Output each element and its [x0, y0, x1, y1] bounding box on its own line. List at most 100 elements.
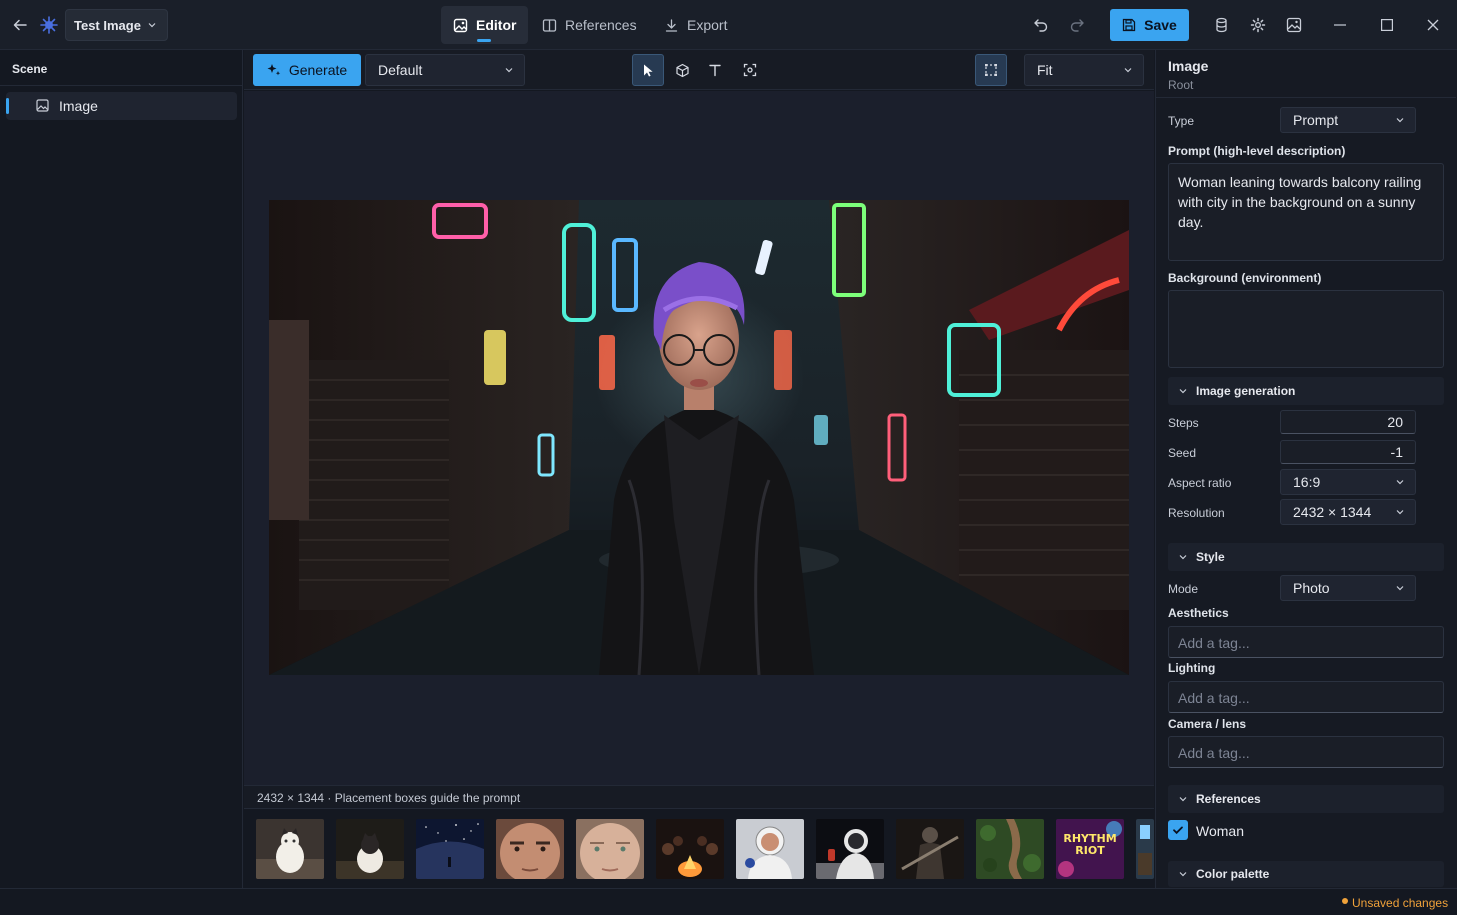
- scene-item-image[interactable]: Image: [6, 92, 237, 120]
- pointer-icon: [641, 63, 655, 77]
- back-arrow-icon[interactable]: [12, 17, 28, 33]
- canvas-status: 2432 × 1344 · Placement boxes guide the …: [244, 785, 1154, 809]
- thumbnail-strip: RHYTHM RIOT: [244, 809, 1154, 888]
- thumbnail[interactable]: [656, 819, 724, 879]
- undo-icon[interactable]: [1033, 17, 1049, 33]
- frame-select-icon: [984, 63, 998, 77]
- minimize-icon[interactable]: [1334, 24, 1346, 26]
- zoom-value: Fit: [1037, 62, 1053, 78]
- seed-label: Seed: [1168, 446, 1197, 460]
- chevron-down-icon: [1395, 115, 1405, 125]
- gear-icon[interactable]: [1250, 17, 1266, 33]
- save-label: Save: [1144, 17, 1177, 33]
- seed-input[interactable]: -1: [1280, 440, 1416, 464]
- reference-label: Woman: [1196, 823, 1244, 839]
- tab-editor-label: Editor: [476, 17, 517, 33]
- unsaved-changes-text: Unsaved changes: [1352, 896, 1449, 910]
- document-switcher[interactable]: Test Image: [65, 9, 168, 41]
- fit-frame-button[interactable]: [975, 54, 1007, 86]
- aspect-ratio-select[interactable]: 16:9: [1280, 469, 1416, 495]
- tab-editor[interactable]: Editor: [441, 6, 529, 44]
- mode-select[interactable]: Photo: [1280, 575, 1416, 601]
- prompt-label: Prompt (high-level description): [1168, 144, 1346, 158]
- database-icon[interactable]: [1214, 17, 1229, 33]
- lighting-tag-input[interactable]: Add a tag...: [1168, 681, 1444, 713]
- image-generation-section-header[interactable]: Image generation: [1168, 377, 1444, 405]
- select-tool-button[interactable]: [632, 54, 664, 86]
- prompt-textarea[interactable]: Woman leaning towards balcony railing wi…: [1168, 163, 1444, 261]
- image-icon: [453, 18, 468, 33]
- chevron-down-icon: [1178, 386, 1188, 396]
- scene-divider: [0, 85, 243, 86]
- resolution-select[interactable]: 2432 × 1344: [1280, 499, 1416, 525]
- type-label: Type: [1168, 114, 1195, 128]
- maximize-icon[interactable]: [1381, 19, 1393, 31]
- aspect-ratio-label: Aspect ratio: [1168, 476, 1232, 490]
- background-textarea[interactable]: [1168, 290, 1444, 368]
- preset-value: Default: [378, 62, 423, 78]
- resolution-label: Resolution: [1168, 506, 1225, 520]
- resolution-value: 2432 × 1344: [1293, 504, 1372, 520]
- checkmark-icon: [1172, 824, 1184, 836]
- gallery-icon[interactable]: [1286, 17, 1302, 33]
- references-section-header[interactable]: References: [1168, 785, 1444, 813]
- camera-lens-label: Camera / lens: [1168, 717, 1247, 731]
- style-section-header[interactable]: Style: [1168, 543, 1444, 571]
- aesthetics-tag-input[interactable]: Add a tag...: [1168, 626, 1444, 658]
- thumbnail[interactable]: [256, 819, 324, 879]
- tab-export-label: Export: [687, 17, 728, 33]
- aesthetics-label: Aesthetics: [1168, 606, 1229, 620]
- tab-references[interactable]: References: [530, 6, 649, 44]
- zoom-select[interactable]: Fit: [1024, 54, 1144, 86]
- save-icon: [1122, 18, 1136, 32]
- lighting-label: Lighting: [1168, 661, 1216, 675]
- 3d-box-tool-button[interactable]: [666, 54, 698, 86]
- thumbnail[interactable]: [496, 819, 564, 879]
- generate-button[interactable]: Generate: [253, 54, 361, 86]
- background-label: Background (environment): [1168, 271, 1322, 285]
- generated-image[interactable]: [269, 200, 1129, 675]
- save-button[interactable]: Save: [1110, 9, 1189, 41]
- camera-lens-tag-input[interactable]: Add a tag...: [1168, 736, 1444, 768]
- properties-divider: [1156, 97, 1456, 98]
- thumbnail[interactable]: [1136, 819, 1154, 879]
- status-bar: [0, 888, 1457, 915]
- thumbnail[interactable]: [736, 819, 804, 879]
- generate-label: Generate: [288, 62, 348, 78]
- chevron-down-icon: [1123, 65, 1133, 75]
- thumbnail[interactable]: [896, 819, 964, 879]
- preset-select[interactable]: Default: [365, 54, 525, 86]
- chevron-down-icon: [504, 65, 514, 75]
- download-icon: [664, 18, 679, 33]
- thumbnail[interactable]: RHYTHM RIOT: [1056, 819, 1124, 879]
- thumbnail[interactable]: [336, 819, 404, 879]
- thumbnail[interactable]: [416, 819, 484, 879]
- type-select[interactable]: Prompt: [1280, 107, 1416, 133]
- thumbnail[interactable]: [576, 819, 644, 879]
- thumbnail[interactable]: [816, 819, 884, 879]
- aspect-ratio-value: 16:9: [1293, 474, 1321, 490]
- scene-panel: [0, 50, 243, 888]
- close-icon[interactable]: [1427, 19, 1439, 31]
- text-tool-button[interactable]: [699, 54, 731, 86]
- scan-tool-button[interactable]: [734, 54, 766, 86]
- redo-icon[interactable]: [1069, 17, 1085, 33]
- color-palette-section-header[interactable]: Color palette: [1168, 861, 1444, 887]
- thumbnail[interactable]: [976, 819, 1044, 879]
- chevron-down-icon: [1395, 477, 1405, 487]
- app-logo-icon: [39, 15, 59, 35]
- style-header-label: Style: [1196, 550, 1225, 564]
- reference-checkbox[interactable]: [1168, 820, 1188, 840]
- image-generation-header-label: Image generation: [1196, 384, 1296, 398]
- thumbnail-text: RHYTHM RIOT: [1063, 832, 1117, 857]
- properties-subtitle: Root: [1168, 78, 1194, 92]
- text-icon: [708, 63, 722, 77]
- chevron-down-icon: [1395, 583, 1405, 593]
- unsaved-dot: [1342, 898, 1348, 904]
- steps-input[interactable]: 20: [1280, 410, 1416, 434]
- properties-title: Image: [1168, 58, 1209, 74]
- document-title: Test Image: [74, 17, 141, 33]
- neon-alley-portrait: [269, 200, 1129, 675]
- tab-export[interactable]: Export: [652, 6, 739, 44]
- image-icon: [36, 99, 49, 112]
